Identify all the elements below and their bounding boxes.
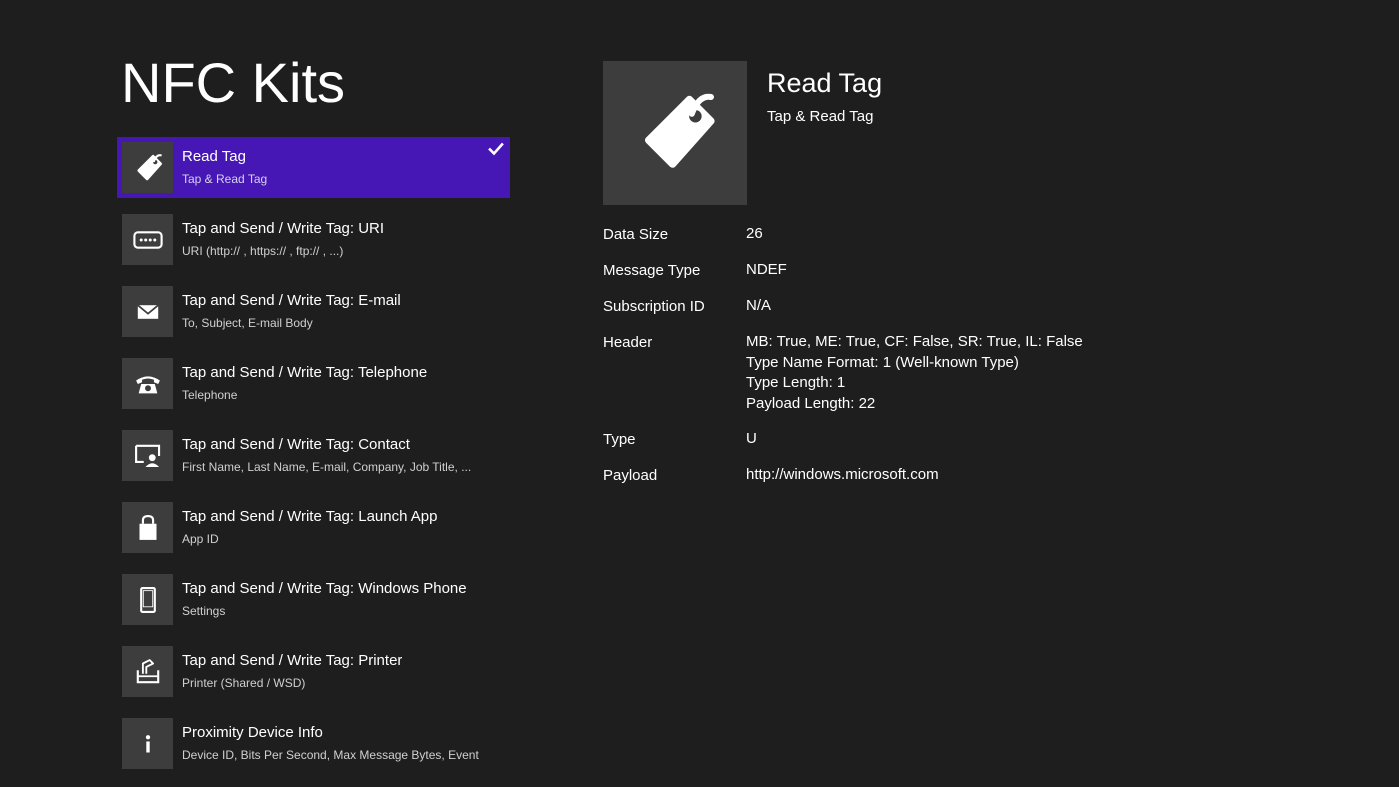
property-row: Data Size 26 (603, 224, 1363, 245)
property-label: Subscription ID (603, 298, 705, 315)
property-row: Payload http://windows.microsoft.com (603, 465, 1363, 486)
property-value: http://windows.microsoft.com (746, 465, 939, 486)
property-value-line: Type Name Format: 1 (Well-known Type) (746, 353, 1019, 371)
list-item[interactable]: Tap and Send / Write Tag: Launch App App … (117, 497, 510, 558)
property-row: Header MB: True, ME: True, CF: False, SR:… (603, 332, 1363, 414)
property-row: Type U (603, 429, 1363, 450)
list-item[interactable]: Read Tag Tap & Read Tag (117, 137, 510, 198)
list-item-thumbnail (122, 646, 173, 697)
property-value: MB: True, ME: True, CF: False, SR: True,… (746, 332, 1083, 414)
list-item-thumbnail (122, 286, 173, 337)
printer-icon (131, 655, 165, 689)
property-value-line: U (746, 430, 757, 447)
property-label: Header (603, 334, 653, 351)
list-item-text: Tap and Send / Write Tag: Launch App App … (182, 507, 437, 548)
list-item-text: Tap and Send / Write Tag: Contact First N… (182, 435, 471, 476)
detail-title: Read Tag (767, 68, 883, 98)
list-item-thumbnail (122, 358, 173, 409)
list-item[interactable]: Tap and Send / Write Tag: Telephone Telep… (117, 353, 510, 414)
property-value-line: MB: True, ME: True, CF: False, SR: True,… (746, 333, 1083, 350)
list-item[interactable]: Proximity Device Info Device ID, Bits Per… (117, 713, 510, 774)
uri-icon (131, 223, 165, 257)
list-item-subtitle: To, Subject, E-mail Body (182, 316, 313, 330)
property-label: Payload (603, 467, 658, 484)
list-item-title: Tap and Send / Write Tag: Windows Phone (182, 580, 467, 597)
phone-icon (131, 583, 165, 617)
list-item-title: Read Tag (182, 148, 246, 165)
tag-icon (131, 151, 165, 185)
detail-subtitle: Tap & Read Tag (767, 108, 874, 125)
tag-icon (627, 85, 723, 181)
list-item[interactable]: Tap and Send / Write Tag: E-mail To, Subj… (117, 281, 510, 342)
property-value-line: 26 (746, 225, 763, 242)
property-label: Data Size (603, 226, 669, 243)
list-item-title: Tap and Send / Write Tag: E-mail (182, 292, 401, 309)
list-item-text: Tap and Send / Write Tag: Windows Phone S… (182, 579, 467, 620)
list-item-title: Tap and Send / Write Tag: Printer (182, 652, 403, 669)
list-item-text: Tap and Send / Write Tag: Printer Printer… (182, 651, 402, 692)
property-value-line: http://windows.microsoft.com (746, 466, 939, 483)
list-item-title: Tap and Send / Write Tag: Contact (182, 436, 410, 453)
property-value-line: NDEF (746, 261, 787, 278)
app-window: NFC Kits Read Tag Tap & Read Tag Tap and S… (0, 0, 1399, 787)
detail-panel: Read Tag Tap & Read Tag Data Size 26 Messa… (603, 61, 1363, 501)
property-row: Subscription ID N/A (603, 296, 1363, 317)
property-value-line: Payload Length: 22 (746, 394, 876, 412)
mail-icon (131, 295, 165, 329)
list-item-title: Tap and Send / Write Tag: Launch App (182, 508, 438, 525)
store-bag-icon (131, 511, 165, 545)
list-item-subtitle: URI (http:// , https:// , ftp:// , ...) (182, 244, 344, 258)
property-label: Message Type (603, 262, 701, 279)
list-item-title: Tap and Send / Write Tag: URI (182, 220, 385, 237)
list-item-text: Tap and Send / Write Tag: E-mail To, Subj… (182, 291, 401, 332)
list-item-thumbnail (122, 142, 173, 193)
list-item[interactable]: Tap and Send / Write Tag: Printer Printer… (117, 641, 510, 702)
list-item-text: Tap and Send / Write Tag: URI URI (http:/… (182, 219, 384, 260)
list-item-subtitle: Device ID, Bits Per Second, Max Message … (182, 748, 479, 762)
list-item-thumbnail (122, 718, 173, 769)
property-row: Message Type NDEF (603, 260, 1363, 281)
list-item-text: Tap and Send / Write Tag: Telephone Telep… (182, 363, 427, 404)
property-value: U (746, 429, 757, 450)
list-item-subtitle: First Name, Last Name, E-mail, Company, … (182, 460, 472, 474)
list-item-subtitle: Tap & Read Tag (182, 172, 268, 186)
list-item-subtitle: App ID (182, 532, 219, 546)
property-label: Type (603, 431, 636, 448)
list-item-thumbnail (122, 574, 173, 625)
list-item-subtitle: Telephone (182, 388, 238, 402)
property-value-line: N/A (746, 297, 772, 314)
list-item-thumbnail (122, 214, 173, 265)
list-item[interactable]: Tap and Send / Write Tag: URI URI (http:/… (117, 209, 510, 270)
telephone-icon (131, 367, 165, 401)
property-value: N/A (746, 296, 771, 317)
list-item-thumbnail (122, 430, 173, 481)
property-value: 26 (746, 224, 763, 245)
property-value-line: Type Length: 1 (746, 374, 846, 391)
list-item-text: Proximity Device Info Device ID, Bits Per… (182, 723, 479, 764)
contact-icon (131, 439, 165, 473)
detail-image (603, 61, 747, 205)
list-item-title: Proximity Device Info (182, 724, 323, 741)
property-value: NDEF (746, 260, 787, 281)
list-item-subtitle: Settings (182, 604, 226, 618)
property-list: Data Size 26 Message Type NDEF Subscription … (603, 224, 1363, 486)
feature-list: Read Tag Tap & Read Tag Tap and Send / Wri… (117, 137, 510, 785)
list-item[interactable]: Tap and Send / Write Tag: Windows Phone S… (117, 569, 510, 630)
list-item-thumbnail (122, 502, 173, 553)
list-item-title: Tap and Send / Write Tag: Telephone (182, 364, 428, 381)
checkmark-icon (488, 141, 504, 157)
info-icon (131, 727, 165, 761)
list-item[interactable]: Tap and Send / Write Tag: Contact First N… (117, 425, 510, 486)
list-item-subtitle: Printer (Shared / WSD) (182, 676, 306, 690)
list-item-text: Read Tag Tap & Read Tag (182, 147, 267, 188)
app-title: NFC Kits (121, 51, 345, 114)
